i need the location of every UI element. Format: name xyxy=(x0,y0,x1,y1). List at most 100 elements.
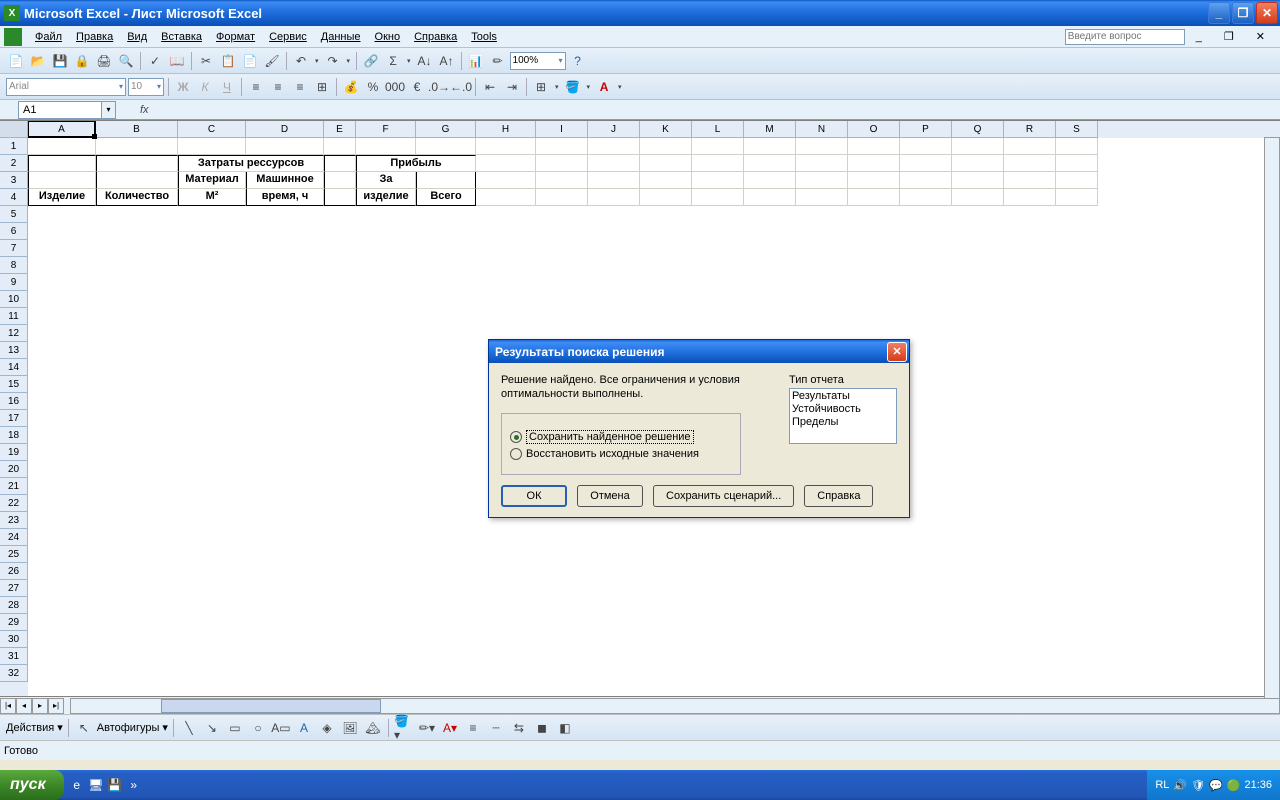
ql-ie-icon[interactable]: e xyxy=(68,775,86,795)
inc-indent-icon[interactable]: ⇥ xyxy=(502,77,522,97)
cell[interactable] xyxy=(900,172,952,189)
radio-keep-solution[interactable]: Сохранить найденное решение xyxy=(510,430,732,444)
cell[interactable] xyxy=(536,172,588,189)
cell[interactable] xyxy=(692,189,744,206)
row-header[interactable]: 22 xyxy=(0,495,28,512)
cell[interactable] xyxy=(28,155,96,172)
col-header[interactable]: R xyxy=(1004,121,1056,138)
menu-insert[interactable]: Вставка xyxy=(154,29,209,45)
row-header[interactable]: 7 xyxy=(0,240,28,257)
col-header[interactable]: K xyxy=(640,121,692,138)
row-header[interactable]: 11 xyxy=(0,308,28,325)
cell[interactable] xyxy=(476,155,536,172)
comma-icon[interactable]: 000 xyxy=(385,77,405,97)
cell[interactable] xyxy=(796,155,848,172)
autosum-icon[interactable]: Σ xyxy=(383,51,403,71)
row-header[interactable]: 26 xyxy=(0,563,28,580)
row-header[interactable]: 5 xyxy=(0,206,28,223)
cell[interactable] xyxy=(96,138,178,155)
pointer-icon[interactable]: ↖ xyxy=(74,718,94,738)
cell[interactable] xyxy=(640,172,692,189)
col-header[interactable]: M xyxy=(744,121,796,138)
tray-icon[interactable]: 🔊 xyxy=(1173,779,1187,792)
row-header[interactable]: 13 xyxy=(0,342,28,359)
col-header[interactable]: Q xyxy=(952,121,1004,138)
col-header[interactable]: G xyxy=(416,121,476,138)
oval-icon[interactable]: ○ xyxy=(248,718,268,738)
euro-icon[interactable]: € xyxy=(407,77,427,97)
diagram-icon[interactable]: ◈ xyxy=(317,718,337,738)
bold-icon[interactable]: Ж xyxy=(173,77,193,97)
row-header[interactable]: 1 xyxy=(0,138,28,155)
row-header[interactable]: 19 xyxy=(0,444,28,461)
cell[interactable] xyxy=(796,138,848,155)
save-scenario-button[interactable]: Сохранить сценарий... xyxy=(653,485,794,507)
cell[interactable] xyxy=(588,189,640,206)
align-center-icon[interactable]: ≡ xyxy=(268,77,288,97)
print-icon[interactable]: 🖨 xyxy=(94,51,114,71)
cell[interactable] xyxy=(744,172,796,189)
row-header[interactable]: 8 xyxy=(0,257,28,274)
row-header[interactable]: 3 xyxy=(0,172,28,189)
cell[interactable] xyxy=(1004,155,1056,172)
cell[interactable] xyxy=(640,189,692,206)
research-icon[interactable]: 📖 xyxy=(167,51,187,71)
tab-next-icon[interactable]: ▸ xyxy=(32,698,48,714)
question-input[interactable] xyxy=(1065,29,1185,45)
menu-edit[interactable]: Правка xyxy=(69,29,120,45)
font-color-draw-icon[interactable]: A▾ xyxy=(440,718,460,738)
menu-format[interactable]: Формат xyxy=(209,29,262,45)
rect-icon[interactable]: ▭ xyxy=(225,718,245,738)
start-button[interactable]: пуск xyxy=(0,770,64,800)
row-header[interactable]: 14 xyxy=(0,359,28,376)
cell[interactable] xyxy=(952,138,1004,155)
cell[interactable]: Изделие xyxy=(28,189,96,206)
vertical-scrollbar[interactable] xyxy=(1264,137,1280,705)
cell[interactable] xyxy=(416,172,476,189)
cell[interactable]: Машинное xyxy=(246,172,324,189)
ok-button[interactable]: ОК xyxy=(501,485,567,507)
cell[interactable] xyxy=(96,155,178,172)
shadow-icon[interactable]: ◼ xyxy=(532,718,552,738)
doc-minimize[interactable]: _ xyxy=(1189,29,1209,45)
open-icon[interactable]: 📂 xyxy=(28,51,48,71)
col-header[interactable]: L xyxy=(692,121,744,138)
row-header[interactable]: 18 xyxy=(0,427,28,444)
zoom-combo[interactable]: 100%▾ xyxy=(510,52,566,70)
row-header[interactable]: 20 xyxy=(0,461,28,478)
percent-icon[interactable]: % xyxy=(363,77,383,97)
col-header[interactable]: H xyxy=(476,121,536,138)
row-header[interactable]: 16 xyxy=(0,393,28,410)
close-button[interactable]: ✕ xyxy=(1256,2,1278,24)
hyperlink-icon[interactable]: 🔗 xyxy=(361,51,381,71)
list-item[interactable]: Результаты xyxy=(792,390,894,403)
row-header[interactable]: 21 xyxy=(0,478,28,495)
menu-file[interactable]: Файл xyxy=(28,29,69,45)
cell[interactable] xyxy=(324,155,356,172)
col-header[interactable]: F xyxy=(356,121,416,138)
minimize-button[interactable]: _ xyxy=(1208,2,1230,24)
cell[interactable] xyxy=(324,172,356,189)
cell[interactable]: За xyxy=(356,172,416,189)
col-header[interactable]: N xyxy=(796,121,848,138)
cell[interactable] xyxy=(1056,189,1098,206)
cell[interactable] xyxy=(1004,138,1056,155)
menu-data[interactable]: Данные xyxy=(314,29,368,45)
col-header[interactable]: A xyxy=(28,121,96,138)
cell[interactable] xyxy=(848,172,900,189)
cell[interactable] xyxy=(692,172,744,189)
cell[interactable] xyxy=(640,155,692,172)
cell[interactable] xyxy=(96,172,178,189)
cell[interactable] xyxy=(588,172,640,189)
cell[interactable] xyxy=(1056,138,1098,155)
row-header[interactable]: 15 xyxy=(0,376,28,393)
sort-desc-icon[interactable]: A↑ xyxy=(437,51,457,71)
row-header[interactable]: 24 xyxy=(0,529,28,546)
inc-decimal-icon[interactable]: .0→ xyxy=(429,77,449,97)
permission-icon[interactable]: 🔒 xyxy=(72,51,92,71)
underline-icon[interactable]: Ч xyxy=(217,77,237,97)
3d-icon[interactable]: ◧ xyxy=(555,718,575,738)
col-header[interactable]: J xyxy=(588,121,640,138)
tray-icon[interactable]: 🟢 xyxy=(1227,779,1241,792)
italic-icon[interactable]: К xyxy=(195,77,215,97)
